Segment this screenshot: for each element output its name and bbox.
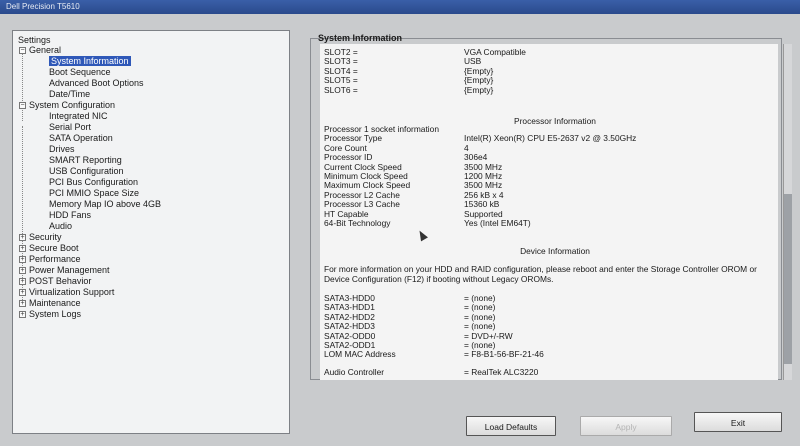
tree-item-label: Secure Boot [29,243,79,253]
info-value: Intel(R) Xeon(R) CPU E5-2637 v2 @ 3.50GH… [464,133,637,144]
tree-item-label: Date/Time [49,89,91,99]
tree-header: Settings [18,35,51,45]
tree-item-label: Boot Sequence [49,67,111,77]
tree-item-date-time[interactable]: Date/Time [49,89,90,100]
load-defaults-button[interactable]: Load Defaults [466,416,556,436]
tree-item-pci-mmio-space-size[interactable]: PCI MMIO Space Size [49,188,139,199]
expand-icon[interactable]: + [19,234,26,242]
info-value: = F8-B1-56-BF-21-46 [464,349,544,360]
tree-item-label: System Logs [29,309,82,319]
tree-item-system-logs[interactable]: + System Logs [19,309,81,320]
tree-item-memory-map-io-above-4gb[interactable]: Memory Map IO above 4GB [49,199,161,210]
tree-item-label: Audio [49,221,73,231]
tree-item-label: SMART Reporting [49,155,122,165]
expand-icon[interactable]: + [19,278,26,286]
expand-icon[interactable]: + [19,245,26,253]
info-value: Yes (Intel EM64T) [464,218,531,228]
info-value: = (none) [464,321,496,332]
tree-item-label: General [29,45,62,55]
tree-item-label: HDD Fans [49,210,92,220]
tree-item-label: Maintenance [29,298,81,308]
info-value: 306e4 [464,152,488,163]
tree-item-virtualization-support[interactable]: + Virtualization Support [19,287,114,298]
tree-item-drives[interactable]: Drives [49,144,75,155]
tree-item-pci-bus-configuration[interactable]: PCI Bus Configuration [49,177,138,188]
tree-item-hdd-fans[interactable]: HDD Fans [49,210,91,221]
tree-item-integrated-nic[interactable]: Integrated NIC [49,111,108,122]
tree-item-maintenance[interactable]: + Maintenance [19,298,81,309]
collapse-icon[interactable]: − [19,102,26,110]
tree-item-label: Power Management [29,265,110,275]
tree-item-label: USB Configuration [49,166,124,176]
info-scrollbar[interactable] [783,44,792,380]
apply-button[interactable]: Apply [580,416,672,436]
info-key: SLOT6 = [324,84,358,95]
tree-item-secure-boot[interactable]: + Secure Boot [19,243,79,254]
tree-item-system-configuration[interactable]: − System Configuration [19,100,115,111]
tree-item-label: Security [29,232,62,242]
tree-item-label: Memory Map IO above 4GB [49,199,162,209]
tree-item-label: Drives [49,144,75,154]
tree-item-smart-reporting[interactable]: SMART Reporting [49,155,122,166]
info-key: Audio Controller [324,367,385,377]
info-key: 64-Bit Technology [324,218,391,228]
expand-icon[interactable]: + [19,267,26,275]
tree-item-boot-sequence[interactable]: Boot Sequence [49,67,111,78]
tree-item-sata-operation[interactable]: SATA Operation [49,133,113,144]
expand-icon[interactable]: + [19,289,26,297]
tree-item-general[interactable]: − General [19,45,61,56]
tree-item-power-management[interactable]: + Power Management [19,265,110,276]
info-value: {Empty} [464,84,494,95]
device-information-heading: Device Information [520,246,590,256]
info-key: SATA2-HDD3 [324,321,375,332]
tree-item-system-information[interactable]: System Information [49,56,131,67]
device-note: For more information on your HDD and RAI… [324,264,757,284]
expand-icon[interactable]: + [19,311,26,319]
info-value: {Empty} [464,75,494,86]
info-key: Processor ID [324,152,373,163]
tree-item-label: Advanced Boot Options [49,78,144,88]
settings-tree-panel: Settings − General System Information Boot … [12,30,290,434]
tree-item-audio[interactable]: Audio [49,221,72,232]
info-key: Processor L3 Cache [324,199,400,210]
tree-item-label: System Information [49,56,131,66]
system-information-pane[interactable]: SLOT2 = VGA Compatible SLOT3 = USB SLOT4 = {E… [320,44,778,380]
info-value: = RealTek ALC3220 [464,367,539,377]
scrollbar-thumb[interactable] [784,194,792,364]
info-key: SLOT5 = [324,75,358,86]
exit-button[interactable]: Exit [694,412,782,432]
tree-item-label: Integrated NIC [49,111,108,121]
tree-item-advanced-boot-options[interactable]: Advanced Boot Options [49,78,144,89]
info-key: LOM MAC Address [324,349,396,360]
tree-item-post-behavior[interactable]: + POST Behavior [19,276,91,287]
tree-item-label: Virtualization Support [29,287,115,297]
tree-item-label: Serial Port [49,122,92,132]
window-title: Dell Precision T5610 [0,0,800,14]
tree-item-label: Performance [29,254,81,264]
info-value: 15360 kB [464,199,500,210]
tree-item-security[interactable]: + Security [19,232,62,243]
tree-item-label: PCI Bus Configuration [49,177,139,187]
expand-icon[interactable]: + [19,256,26,264]
expand-icon[interactable]: + [19,300,26,308]
tree-item-label: System Configuration [29,100,116,110]
tree-item-performance[interactable]: + Performance [19,254,81,265]
tree-item-usb-configuration[interactable]: USB Configuration [49,166,124,177]
tree-item-serial-port[interactable]: Serial Port [49,122,91,133]
tree-item-label: POST Behavior [29,276,92,286]
collapse-icon[interactable]: − [19,47,26,55]
tree-item-label: PCI MMIO Space Size [49,188,140,198]
tree-item-label: SATA Operation [49,133,113,143]
info-title: System Information [318,33,403,43]
